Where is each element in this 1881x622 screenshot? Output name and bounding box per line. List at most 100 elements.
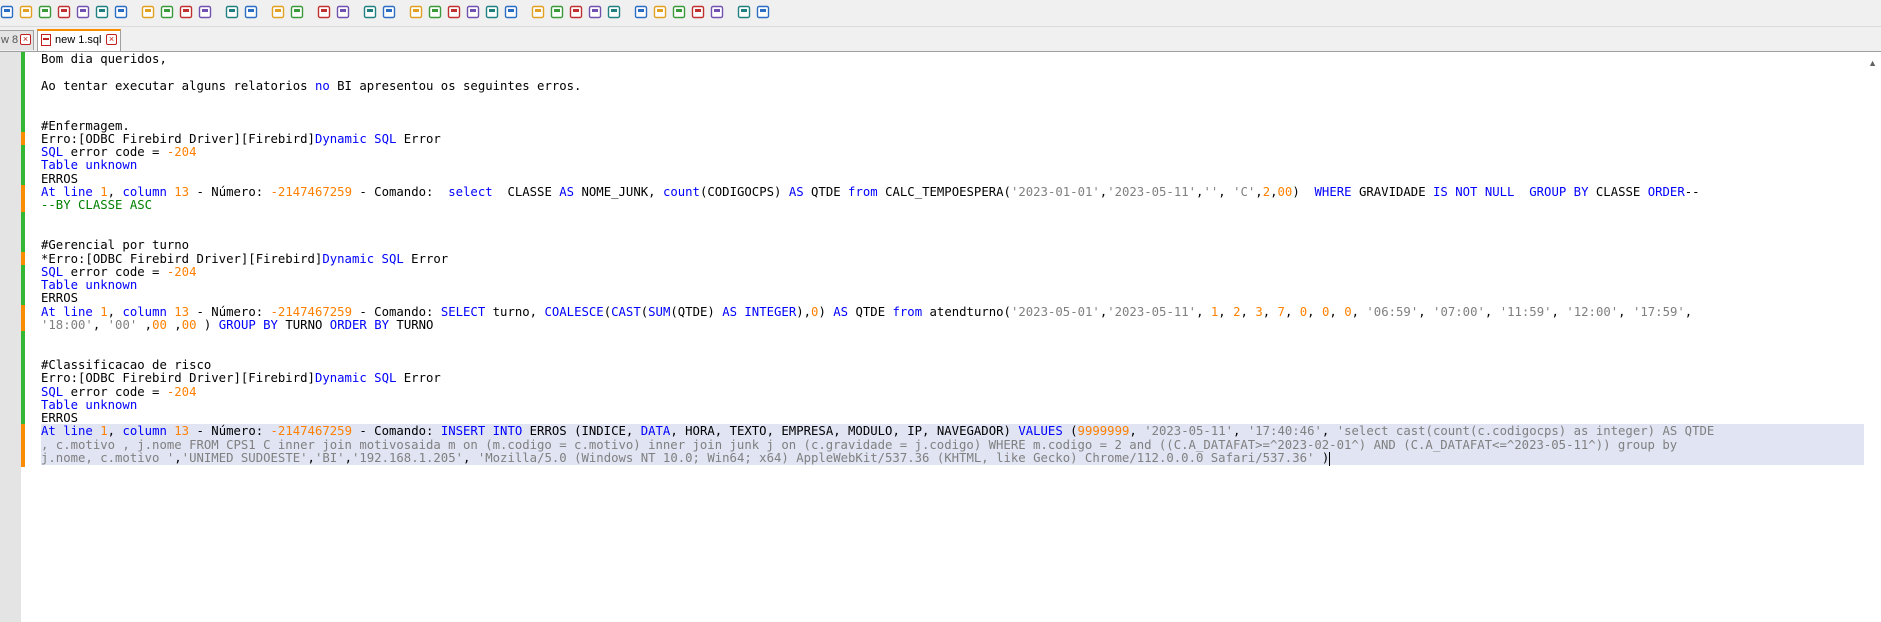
zoom-in-icon[interactable] xyxy=(288,3,306,21)
code-token: 00 xyxy=(1277,185,1293,199)
code-token: At line xyxy=(41,305,101,319)
undo-icon[interactable] xyxy=(196,3,214,21)
code-token: , xyxy=(107,305,123,319)
sort-icon[interactable] xyxy=(735,3,753,21)
tab-label: new 1.sql xyxy=(55,34,102,46)
zoom-out-icon[interactable] xyxy=(315,3,333,21)
code-token: , xyxy=(107,185,123,199)
save-macro-icon[interactable] xyxy=(605,3,623,21)
code-token: Table unknown xyxy=(41,158,138,172)
code-token: TURNO xyxy=(389,318,434,332)
code-token: SQL xyxy=(41,145,64,159)
code-token: Dynamic SQL xyxy=(314,132,397,146)
code-token: ORDER BY xyxy=(329,318,390,332)
function-list-icon[interactable] xyxy=(464,3,482,21)
panel-icon[interactable] xyxy=(754,3,772,21)
replace-icon[interactable] xyxy=(269,3,287,21)
code-token: 00 xyxy=(152,318,167,332)
redo-icon[interactable] xyxy=(223,3,241,21)
code-token: 'UNIMED SUDOESTE' xyxy=(181,451,308,465)
code-token: turno, xyxy=(485,305,545,319)
close-icon[interactable] xyxy=(74,3,92,21)
save-all-icon[interactable] xyxy=(55,3,73,21)
record-macro-icon[interactable] xyxy=(529,3,547,21)
close-all-icon[interactable] xyxy=(93,3,111,21)
code-line: ERROS xyxy=(41,172,78,186)
code-token: column xyxy=(122,424,167,438)
code-token: , c.motivo , j.nome FROM CPS1 C inner jo… xyxy=(41,438,1678,452)
code-token: -2147467259 xyxy=(270,424,352,438)
code-token: GROUP BY xyxy=(218,318,278,332)
code-token: , xyxy=(107,424,123,438)
close-icon[interactable]: × xyxy=(106,34,117,45)
columns-icon[interactable] xyxy=(651,3,669,21)
tab-w8[interactable]: w 8 × xyxy=(0,30,34,50)
code-line: Erro:[ODBC Firebird Driver][Firebird]Dyn… xyxy=(41,371,441,385)
show-all-chars-icon[interactable] xyxy=(407,3,425,21)
tab-new-1-sql[interactable]: new 1.sql × xyxy=(37,29,121,51)
monitoring-icon[interactable] xyxy=(502,3,520,21)
code-token: , xyxy=(1321,424,1337,438)
code-token: '12:00' xyxy=(1566,305,1619,319)
code-line: #Classificacao de risco xyxy=(41,358,211,372)
code-line: --BY CLASSE ASC xyxy=(41,198,152,212)
code-token: Dynamic SQL xyxy=(322,252,404,266)
code-token: -204 xyxy=(166,385,197,399)
code-token: , xyxy=(166,318,182,332)
sync-horizontal-icon[interactable] xyxy=(361,3,379,21)
paste-icon[interactable] xyxy=(177,3,195,21)
new-file-icon[interactable] xyxy=(0,3,16,21)
cut-icon[interactable] xyxy=(139,3,157,21)
code-line: At line 1, column 13 - Número: -21474672… xyxy=(41,305,1692,319)
code-token: , xyxy=(1329,305,1345,319)
code-token: - Comando: xyxy=(351,305,441,319)
code-token: , xyxy=(1270,185,1278,199)
align-icon[interactable] xyxy=(670,3,688,21)
spell-check-icon[interactable] xyxy=(632,3,650,21)
code-token: Error xyxy=(403,252,449,266)
code-token: ) xyxy=(1314,451,1330,465)
vertical-scrollbar[interactable]: ▲ xyxy=(1864,52,1881,622)
find-icon[interactable] xyxy=(242,3,260,21)
code-token: , xyxy=(1262,305,1278,319)
code-text[interactable]: Bom dia queridos, Ao tentar executar algu… xyxy=(41,52,1881,622)
code-token: CALC_TEMPOESPERA( xyxy=(877,185,1011,199)
copy-icon[interactable] xyxy=(158,3,176,21)
scroll-up-icon[interactable]: ▲ xyxy=(1868,58,1877,68)
close-icon[interactable]: × xyxy=(20,34,31,45)
tab-bar: w 8 × new 1.sql × xyxy=(0,27,1881,52)
code-token: Dynamic SQL xyxy=(314,371,397,385)
code-token: column xyxy=(122,305,167,319)
code-token: IS NOT NULL xyxy=(1433,185,1515,199)
print-icon[interactable] xyxy=(112,3,130,21)
move-down-icon[interactable] xyxy=(708,3,726,21)
code-token: *Erro:[ODBC Firebird Driver][Firebird] xyxy=(41,252,323,266)
code-token: , xyxy=(463,451,478,465)
code-token: AS xyxy=(833,305,849,319)
sync-vertical-icon[interactable] xyxy=(334,3,352,21)
code-line: , c.motivo , j.nome FROM CPS1 C inner jo… xyxy=(41,438,1677,452)
open-file-icon[interactable] xyxy=(17,3,35,21)
code-token: 3 xyxy=(1255,305,1263,319)
doc-map-icon[interactable] xyxy=(445,3,463,21)
code-token: , xyxy=(1618,305,1633,319)
play-macro-icon[interactable] xyxy=(567,3,585,21)
indent-guide-icon[interactable] xyxy=(426,3,444,21)
folder-workspace-icon[interactable] xyxy=(483,3,501,21)
word-wrap-icon[interactable] xyxy=(380,3,398,21)
code-token: , xyxy=(1129,424,1145,438)
stop-macro-icon[interactable] xyxy=(548,3,566,21)
save-icon[interactable] xyxy=(36,3,54,21)
code-line: #Gerencial por turno xyxy=(41,238,189,252)
code-token: , HORA, TEXTO, EMPRESA, MODULO, IP, NAVE… xyxy=(670,424,1019,438)
run-macro-multiple-icon[interactable] xyxy=(586,3,604,21)
code-token: (QTDE) xyxy=(670,305,723,319)
code-token: 2 xyxy=(1233,305,1241,319)
editor-area[interactable]: Bom dia queridos, Ao tentar executar algu… xyxy=(0,52,1881,622)
code-line: j.nome, c.motivo ','UNIMED SUDOESTE','BI… xyxy=(41,451,1331,466)
code-token: 13 xyxy=(174,305,190,319)
code-token: , xyxy=(137,318,153,332)
move-up-icon[interactable] xyxy=(689,3,707,21)
code-token: ORDER xyxy=(1647,185,1685,199)
code-token: 1 xyxy=(100,185,108,199)
